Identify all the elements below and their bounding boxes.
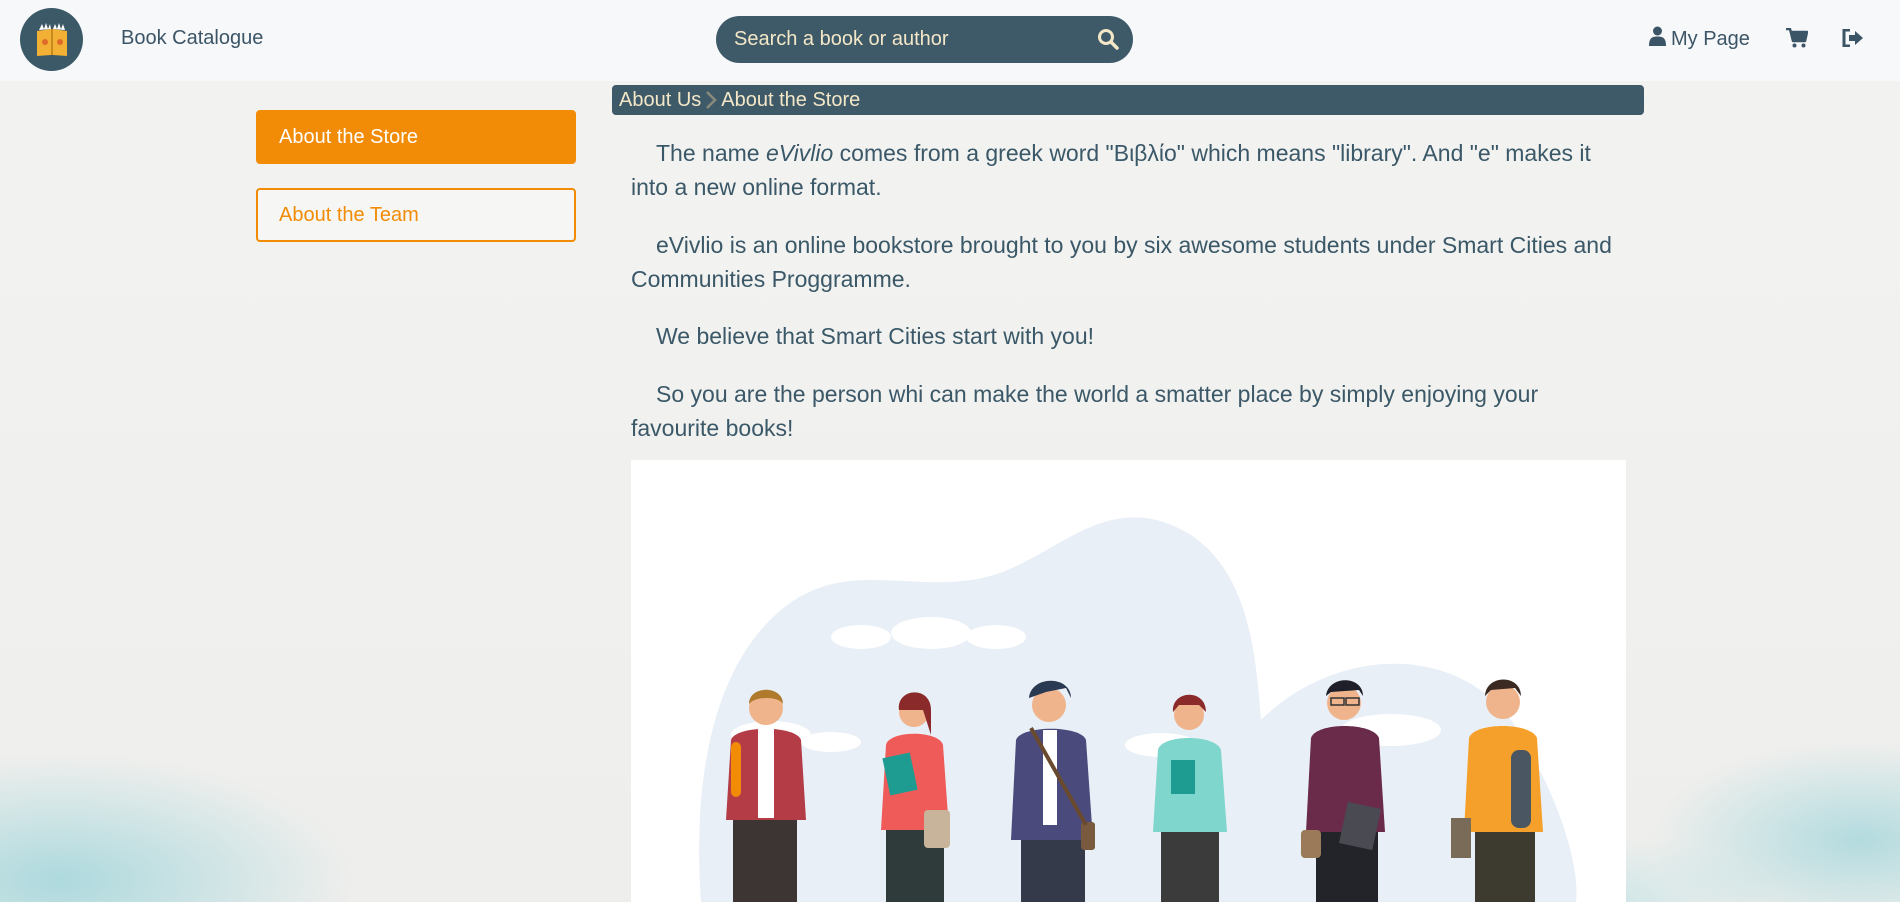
breadcrumb-item-about-store: About the Store <box>721 88 861 111</box>
book-catalogue-link[interactable]: Book Catalogue <box>121 27 263 50</box>
brand-emphasis: eVivlio <box>765 140 834 166</box>
search-icon[interactable] <box>1097 28 1119 55</box>
about-store-content: The name eVivlio comes from a greek word… <box>631 136 1626 469</box>
top-navbar: Book Catalogue My Page <box>0 0 1900 81</box>
students-illustration <box>631 460 1626 902</box>
breadcrumb: About Us About the Store <box>612 85 1644 115</box>
paragraph-name-origin: The name eVivlio comes from a greek word… <box>631 140 1591 200</box>
cart-icon[interactable] <box>1786 27 1809 53</box>
book-logo-icon[interactable] <box>20 8 83 71</box>
paragraph-about-bookstore: eVivlio is an online bookstore brought t… <box>631 232 1612 292</box>
breadcrumb-item-about-us[interactable]: About Us <box>619 89 701 112</box>
chevron-right-icon <box>705 90 718 110</box>
paragraph-call-to-action: So you are the person whi can make the w… <box>631 381 1539 441</box>
paragraph-smart-cities: We believe that Smart Cities start with … <box>656 323 1095 349</box>
sidebar-item-about-store[interactable]: About the Store <box>256 110 576 164</box>
search-input[interactable] <box>732 27 1076 52</box>
search-bar <box>716 16 1133 63</box>
my-page-label: My Page <box>1671 27 1750 50</box>
logout-icon[interactable] <box>1842 28 1864 52</box>
user-icon <box>1649 26 1666 52</box>
sidebar-item-about-team[interactable]: About the Team <box>256 188 576 242</box>
my-page-link[interactable]: My Page <box>1649 26 1750 52</box>
